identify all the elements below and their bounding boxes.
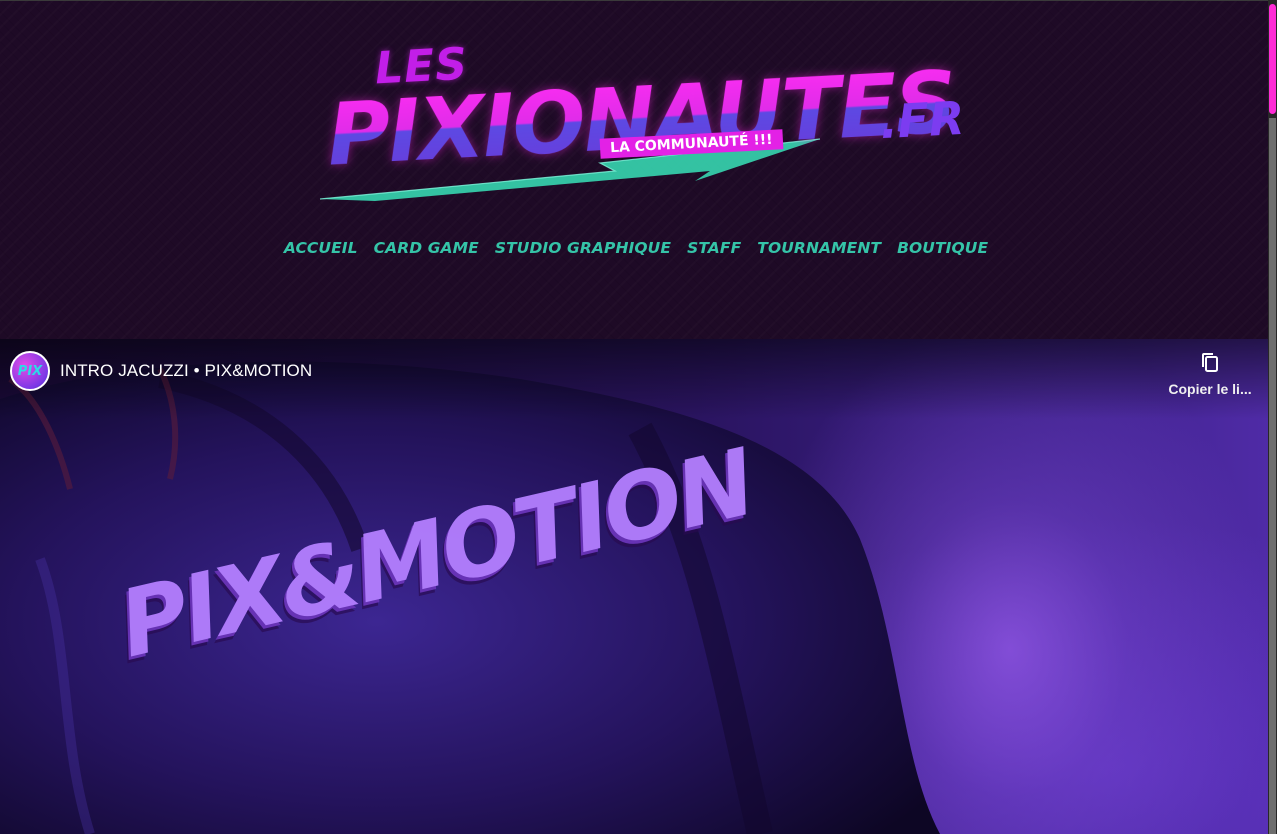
nav-studio-graphique[interactable]: STUDIO GRAPHIQUE [495,239,671,257]
scrollbar-thumb[interactable] [1269,4,1276,114]
nav-boutique[interactable]: BOUTIQUE [897,239,988,257]
nav-card-game[interactable]: CARD GAME [374,239,479,257]
nav-tournament[interactable]: TOURNAMENT [757,239,881,257]
main-nav: ACCUEIL CARD GAME STUDIO GRAPHIQUE STAFF… [0,239,1268,257]
site-logo[interactable]: LES PIXIONAUTES .FR LA COMMUNAUTÉ !!! [315,21,966,206]
nav-accueil[interactable]: ACCUEIL [284,239,358,257]
site-header: LES PIXIONAUTES .FR LA COMMUNAUTÉ !!! AC… [0,0,1268,339]
copy-link-label: Copier le li... [1168,381,1252,397]
page-scrollbar[interactable] [1268,0,1277,834]
nav-staff[interactable]: STAFF [687,239,741,257]
logo-tld: .FR [878,90,966,150]
video-title[interactable]: INTRO JACUZZI • PIX&MOTION [60,361,312,381]
scrollbar-track[interactable] [1269,118,1276,834]
channel-avatar[interactable]: PIX [10,351,50,391]
copy-link-button[interactable]: Copier le li... [1160,351,1260,397]
copy-icon [1202,353,1218,372]
video-player[interactable]: PIX&MOTION PIX INTRO JACUZZI • PIX&MOTIO… [0,339,1268,834]
